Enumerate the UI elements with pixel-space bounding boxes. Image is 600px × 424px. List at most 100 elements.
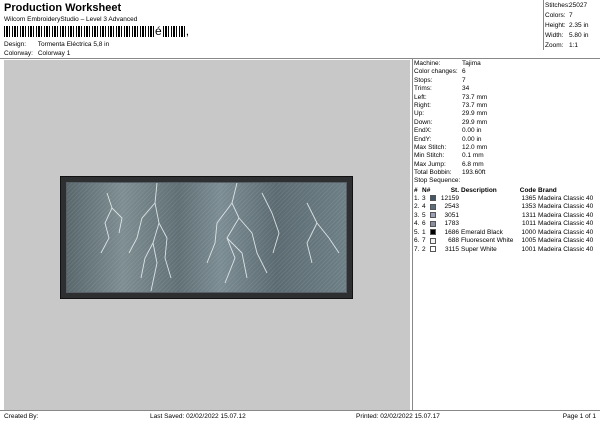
- info-value: 7: [462, 76, 466, 84]
- swatch-chip: [430, 212, 436, 219]
- info-value: 73.7 mm: [462, 101, 488, 109]
- color-swatch: [430, 220, 439, 229]
- color-swatch: [430, 195, 439, 204]
- info-key: Min Stitch:: [414, 152, 445, 160]
- design-label: Design:: [4, 41, 27, 48]
- stat-key: Zoom:: [545, 42, 564, 49]
- stop-table-header: # N# St. Description Code Brand: [414, 186, 600, 195]
- stat-colors: Colors: 7: [545, 11, 599, 21]
- info-up: Up: 29.9 mm: [414, 110, 600, 118]
- info-endx: EndX: 0.00 in: [414, 127, 600, 135]
- info-color-changes: Color changes: 6: [414, 68, 600, 76]
- color-swatch: [430, 212, 439, 221]
- thread-code: 1011: [522, 220, 536, 228]
- colorway-value: Colorway 1: [37, 50, 71, 57]
- info-key: Right:: [414, 101, 431, 109]
- color-swatch: [430, 229, 439, 238]
- thread-code: 1365: [521, 194, 536, 202]
- stats-box: Stitches:25027 Colors: 7 Height: 2.35 in W…: [545, 1, 599, 51]
- stop-row: 1. 3 12159 1365 Madeira Classic 40: [414, 195, 600, 204]
- swatch-chip: [430, 220, 436, 227]
- stitch-count: 3115: [445, 245, 459, 253]
- info-endy: EndY: 0.00 in: [414, 136, 600, 144]
- stitch-count: 2543: [444, 203, 459, 211]
- header-code: Code: [519, 186, 536, 194]
- needle-num: 4: [422, 203, 426, 211]
- stat-value: 25027: [569, 2, 588, 9]
- swatch-chip: [430, 195, 436, 202]
- info-value: 6.8 mm: [462, 160, 484, 168]
- needle-num: 5: [422, 211, 426, 219]
- color-swatch: [430, 237, 439, 246]
- stat-width: Width: 5.80 in: [545, 31, 599, 41]
- thread-code: 1005: [521, 237, 536, 245]
- stop-num: 5.: [414, 228, 420, 236]
- barcode-bars-right: [162, 26, 185, 37]
- header-num: #: [414, 186, 418, 194]
- info-value: 193.60ft: [462, 169, 486, 177]
- info-max-stitch: Max Stitch: 12.0 mm: [414, 144, 600, 152]
- stop-num: 7.: [414, 245, 420, 253]
- needle-num: 3: [422, 194, 426, 202]
- design-info-row: Design: Tormenta Eléctrica 5,8 in: [4, 41, 109, 48]
- stop-row: 7. 2 3115 Super White 1001 Madeira Classic 40: [414, 246, 600, 255]
- colorway-info-row: Colorway: Colorway 1: [4, 50, 70, 57]
- swatch-chip: [430, 203, 436, 210]
- swatch-chip: [430, 229, 436, 236]
- footer: Created By: Last Saved: 02/02/2022 15.07…: [0, 410, 600, 424]
- page-number: Page 1 of 1: [562, 413, 596, 420]
- stat-stitches: Stitches:25027: [545, 1, 599, 11]
- header-n: N#: [422, 186, 431, 194]
- needle-num: 1: [422, 228, 426, 236]
- software-subtitle: Wilcom EmbroideryStudio – Level 3 Advanc…: [4, 16, 138, 23]
- header-description: Description: [461, 186, 497, 194]
- printed-date: Printed: 02/02/2022 15.07.17: [356, 413, 440, 420]
- swatch-chip: [430, 246, 436, 253]
- info-key: Trims:: [414, 85, 432, 93]
- header-divider: [0, 58, 600, 59]
- barcode-char: é: [155, 24, 162, 38]
- stat-key: Height:: [545, 22, 566, 29]
- machine-info-panel: Machine: Tajima Color changes: 6 Stops: 7 T…: [414, 60, 600, 254]
- embroidery-patch: [60, 176, 353, 299]
- stop-row: 3. 5 3051 1311 Madeira Classic 40: [414, 212, 600, 221]
- stat-key: Colors:: [545, 12, 566, 19]
- info-value: 0.00 in: [462, 135, 482, 143]
- created-by: Created By:: [4, 413, 39, 420]
- stop-row: 4. 6 1783 1011 Madeira Classic 40: [414, 220, 600, 229]
- stitch-count: 3051: [444, 211, 459, 219]
- info-value: 0.00 in: [462, 127, 482, 135]
- stop-sequence-label: Stop Sequence:: [414, 177, 461, 185]
- stat-value: 2.35 in: [569, 22, 589, 29]
- info-value: 73.7 mm: [462, 93, 488, 101]
- stat-key: Stitches:: [545, 2, 570, 9]
- stat-value: 7: [569, 12, 573, 19]
- thread-description: Super White: [461, 245, 497, 253]
- info-total-bobbin: Total Bobbin: 193.60ft: [414, 169, 600, 177]
- stop-num: 4.: [414, 220, 420, 228]
- stop-num: 6.: [414, 237, 420, 245]
- thread-code: 1353: [521, 203, 536, 211]
- stats-divider: [543, 0, 544, 50]
- stat-height: Height: 2.35 in: [545, 21, 599, 31]
- info-value: 12.0 mm: [462, 143, 488, 151]
- header-stitches: St.: [450, 186, 459, 194]
- stitch-count: 12159: [440, 194, 459, 202]
- info-min-stitch: Min Stitch: 0.1 mm: [414, 152, 600, 160]
- last-saved: Last Saved: 02/02/2022 15.07.12: [150, 413, 246, 420]
- colorway-label: Colorway:: [4, 50, 33, 57]
- thread-brand: Madeira Classic 40: [538, 228, 594, 236]
- panel-divider: [412, 58, 413, 410]
- info-key: Machine:: [414, 60, 441, 67]
- barcode-tail: ,: [185, 24, 190, 38]
- info-right: Right: 73.7 mm: [414, 102, 600, 110]
- info-key: Left:: [414, 93, 427, 101]
- info-stops: Stops: 7: [414, 77, 600, 85]
- info-key: Max Stitch:: [414, 143, 447, 151]
- info-key: Stops:: [414, 76, 433, 84]
- info-left: Left: 73.7 mm: [414, 94, 600, 102]
- design-value: Tormenta Eléctrica 5,8 in: [37, 41, 110, 48]
- info-value: 29.9 mm: [462, 110, 488, 118]
- color-swatch: [430, 203, 439, 212]
- thread-code: 1000: [521, 228, 536, 236]
